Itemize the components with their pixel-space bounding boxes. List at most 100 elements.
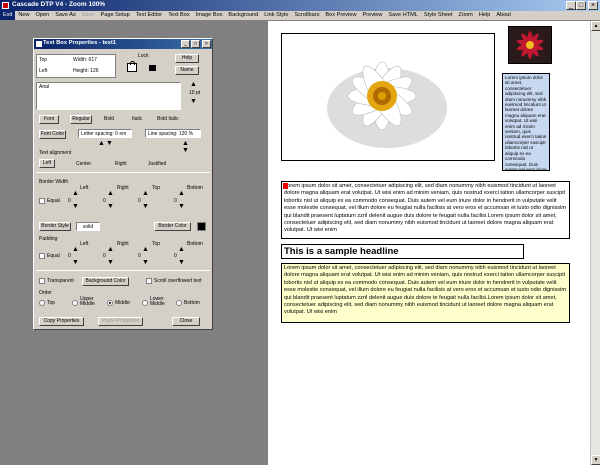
bw-bottom-up-icon[interactable]: ▲ — [178, 190, 185, 197]
menu-style-sheet[interactable]: Style Sheet — [421, 11, 456, 20]
menu-new[interactable]: New — [15, 11, 32, 20]
text-cursor-marker — [283, 183, 288, 189]
menu-save-as[interactable]: Save As — [52, 11, 79, 20]
bw-left-up-icon[interactable]: ▲ — [72, 190, 79, 197]
align-left-button[interactable]: Left — [39, 159, 55, 168]
order-top-radio[interactable] — [39, 300, 45, 306]
bw-top-down-icon[interactable]: ▼ — [142, 203, 149, 210]
dialog-maximize-button[interactable]: □ — [191, 40, 200, 48]
selected-text-box[interactable]: Lorem ipsum dolor sit amet, consectetuer… — [281, 263, 570, 323]
order-lower-middle-radio[interactable] — [142, 300, 148, 306]
order-upper-middle-label: Upper Middle — [80, 296, 95, 307]
menu-text-box[interactable]: Text Box — [165, 11, 192, 20]
small-flower-image[interactable] — [508, 26, 552, 64]
body-text-box[interactable]: Lorem ipsum dolor sit amet, consectetuer… — [281, 181, 570, 239]
bw-left-down-icon[interactable]: ▼ — [72, 203, 79, 210]
border-style-value[interactable]: solid — [76, 222, 100, 231]
close-window-button[interactable]: × — [588, 1, 598, 10]
text-box-properties-dialog: Text Box Properties - text1 _ □ × Top Wi… — [33, 38, 213, 330]
scroll-overflow-label: Scroll overflowed text — [154, 278, 202, 284]
bw-top-up-icon[interactable]: ▲ — [142, 190, 149, 197]
pad-top-up-icon[interactable]: ▲ — [142, 246, 149, 253]
pad-left-down-icon[interactable]: ▼ — [72, 259, 79, 266]
dialog-close-button[interactable]: × — [202, 40, 211, 48]
flower-image-box[interactable] — [281, 33, 495, 161]
name-button[interactable]: Name — [175, 66, 199, 75]
menu-open[interactable]: Open — [33, 11, 53, 20]
menu-scrollbars[interactable]: Scrollbars — [292, 11, 323, 20]
line-spacing-field[interactable]: Line spacing: 120 % — [145, 129, 201, 138]
line-spacing-down-icon[interactable]: ▼ — [182, 147, 189, 154]
menu-preview[interactable]: Preview — [359, 11, 385, 20]
menu-save[interactable]: Save — [79, 11, 98, 20]
headline-box[interactable]: This is a sample headline — [281, 244, 524, 259]
font-size-down-icon[interactable]: ▼ — [190, 98, 197, 105]
bw-right-down-icon[interactable]: ▼ — [107, 203, 114, 210]
menu-zoom[interactable]: Zoom — [456, 11, 476, 20]
align-justified-option[interactable]: Justified — [148, 161, 166, 167]
border-style-button[interactable]: Border Style — [39, 222, 71, 231]
bw-bottom-down-icon[interactable]: ▼ — [178, 203, 185, 210]
lock-toggle-icon[interactable] — [127, 61, 137, 72]
bw-left-value: 0 — [68, 198, 71, 204]
menu-background[interactable]: Background — [225, 11, 261, 20]
italic-option[interactable]: Italic — [132, 116, 142, 122]
align-center-option[interactable]: Center — [76, 161, 91, 167]
font-button[interactable]: Font — [39, 115, 59, 124]
height-readout: Height: 126 — [73, 68, 99, 74]
pad-bottom-up-icon[interactable]: ▲ — [178, 246, 185, 253]
pad-right-down-icon[interactable]: ▼ — [107, 259, 114, 266]
pad-left-label: Left — [80, 241, 89, 247]
border-color-button[interactable]: Border Color — [154, 222, 191, 231]
menu-exit[interactable]: Exit — [0, 11, 16, 20]
bw-equal-checkbox[interactable] — [39, 198, 45, 204]
letter-spacing-up-icon[interactable]: ▲ — [98, 140, 105, 147]
background-color-button[interactable]: Background Color — [82, 277, 129, 286]
bold-italic-option[interactable]: Bold Italic — [157, 116, 179, 122]
maximize-button[interactable]: □ — [576, 1, 586, 10]
order-middle-label: Middle — [115, 300, 130, 306]
order-bottom-radio[interactable] — [176, 300, 182, 306]
scroll-up-button[interactable]: ▲ — [591, 21, 600, 31]
menu-save-html[interactable]: Save HTML — [385, 11, 421, 20]
font-color-button[interactable]: Font Color — [39, 130, 66, 139]
letter-spacing-down-icon[interactable]: ▼ — [106, 140, 113, 147]
vertical-scrollbar[interactable]: ▲ ▼ — [590, 21, 600, 465]
menu-help[interactable]: Help — [476, 11, 494, 20]
pad-right-label: Right — [117, 241, 129, 247]
bold-option[interactable]: Bold — [104, 116, 114, 122]
letter-spacing-field[interactable]: Letter spacing: 0 em — [78, 129, 132, 138]
font-name-field[interactable]: Arial — [36, 82, 181, 110]
minimize-button[interactable]: _ — [566, 1, 576, 10]
menu-text-editor[interactable]: Text Editor — [133, 11, 165, 20]
order-upper-middle-radio[interactable] — [72, 300, 78, 306]
copy-properties-button[interactable]: Copy Properties — [39, 317, 84, 326]
menu-box-preview[interactable]: Box Preview — [322, 11, 359, 20]
bw-bottom-value: 0 — [174, 198, 177, 204]
pad-bottom-down-icon[interactable]: ▼ — [178, 259, 185, 266]
border-color-swatch[interactable] — [197, 222, 206, 231]
close-dialog-button[interactable]: Close — [172, 317, 200, 326]
pad-equal-checkbox[interactable] — [39, 253, 45, 259]
regular-button[interactable]: Regular — [70, 115, 92, 124]
paste-properties-button[interactable]: Paste Properties — [98, 317, 143, 326]
dialog-minimize-button[interactable]: _ — [181, 40, 190, 48]
bw-right-up-icon[interactable]: ▲ — [107, 190, 114, 197]
page-canvas[interactable]: Lorem ipsum dolor sit amet, consectetuer… — [268, 21, 590, 465]
menu-image-box[interactable]: Image Box — [193, 11, 226, 20]
scroll-overflow-checkbox[interactable] — [146, 278, 152, 284]
menu-link-style[interactable]: Link Style — [261, 11, 291, 20]
menu-about[interactable]: About — [493, 11, 514, 20]
pad-top-down-icon[interactable]: ▼ — [142, 259, 149, 266]
menu-page-setup[interactable]: Page Setup — [98, 11, 133, 20]
pad-right-up-icon[interactable]: ▲ — [107, 246, 114, 253]
help-button[interactable]: Help — [175, 54, 199, 63]
align-right-option[interactable]: Right — [115, 161, 127, 167]
font-size-up-icon[interactable]: ▲ — [190, 81, 197, 88]
scroll-down-button[interactable]: ▼ — [591, 455, 600, 465]
side-text-box[interactable]: Lorem ipsum dolor sit amet, consectetuer… — [502, 73, 550, 171]
pad-left-up-icon[interactable]: ▲ — [72, 246, 79, 253]
transparent-checkbox[interactable] — [39, 278, 45, 284]
window-titlebar: Cascade DTP V4 - Zoom 100% — [0, 0, 600, 11]
order-middle-radio[interactable] — [107, 300, 113, 306]
